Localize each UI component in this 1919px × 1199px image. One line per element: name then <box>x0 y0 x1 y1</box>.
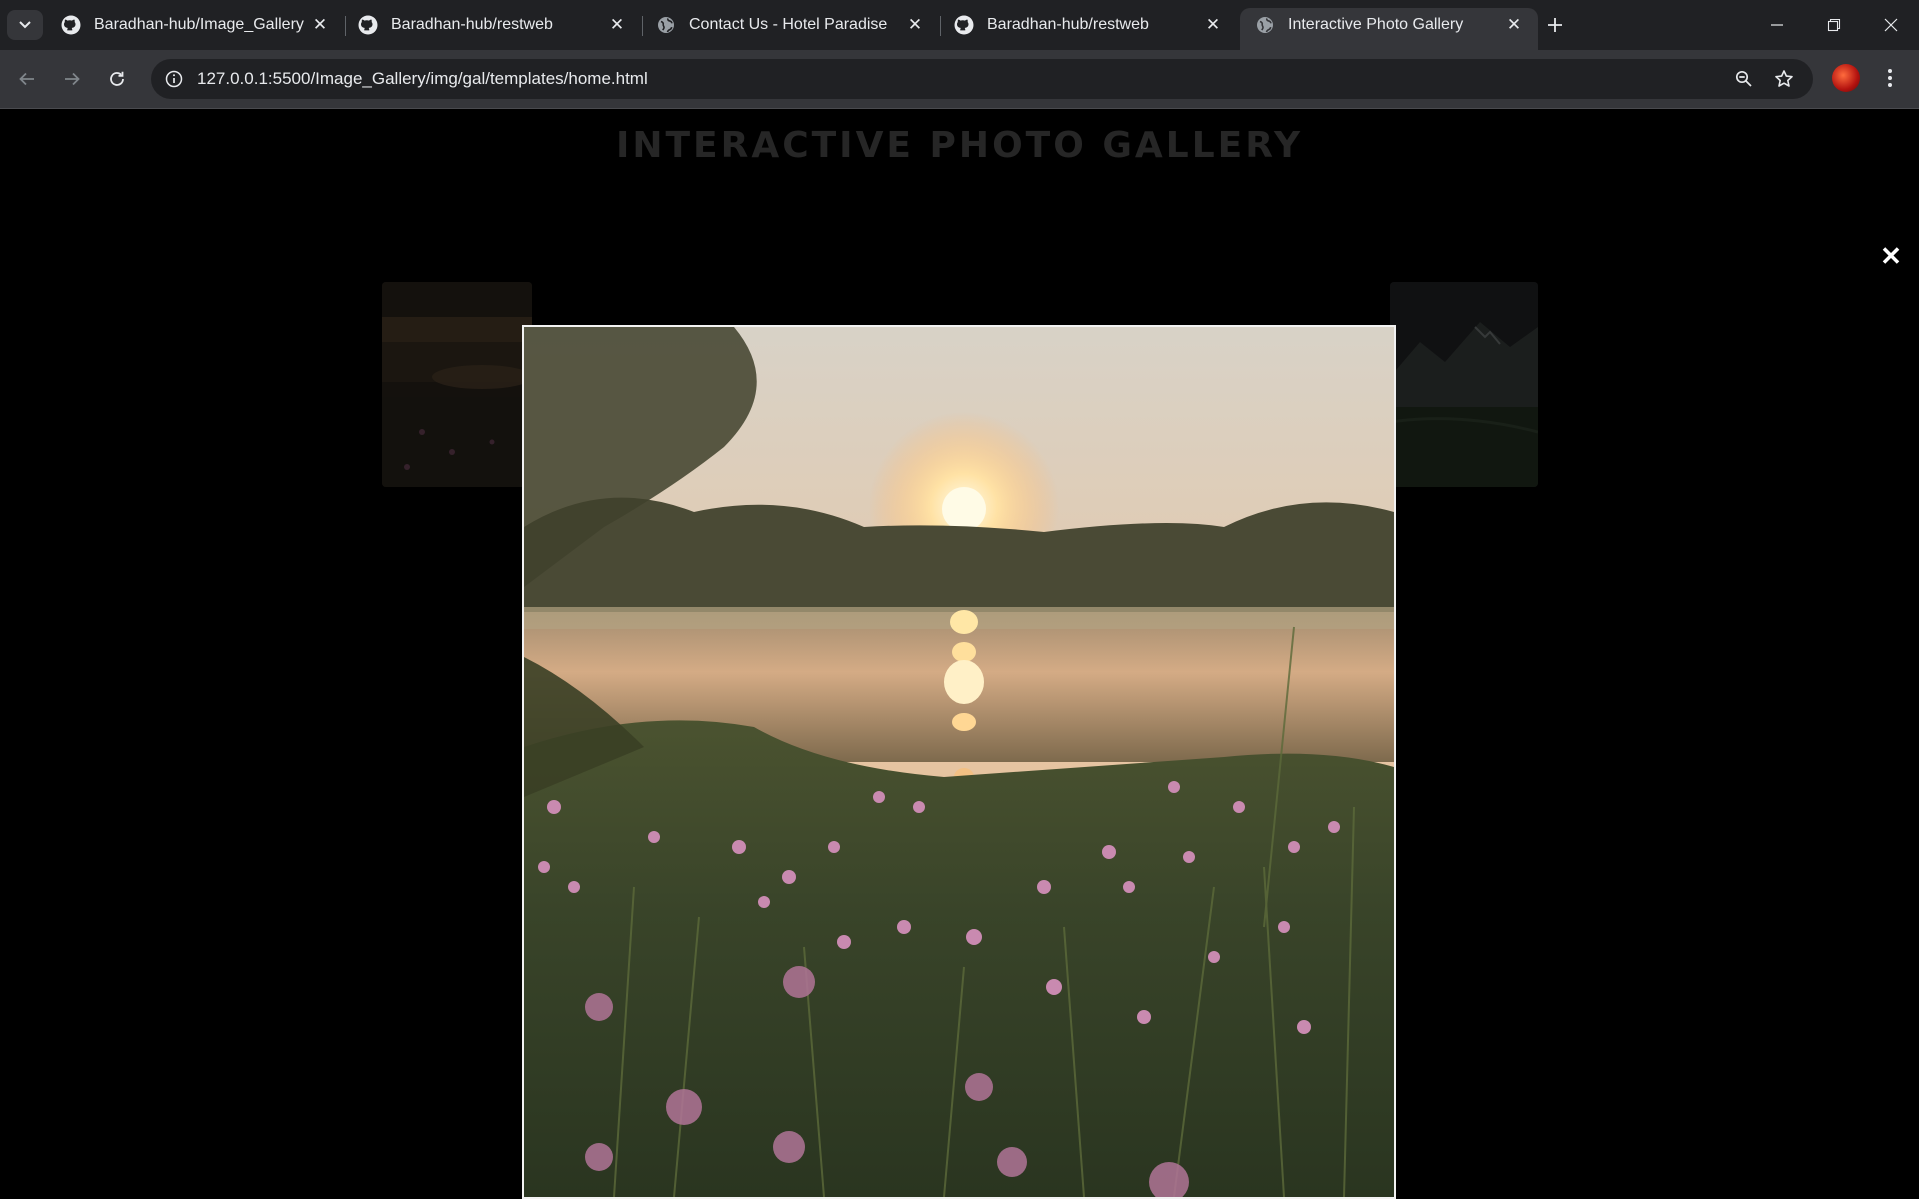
new-tab-button[interactable] <box>1539 9 1571 41</box>
reload-button[interactable] <box>101 63 133 95</box>
tab-title: Contact Us - Hotel Paradise <box>689 16 888 33</box>
tab-image-gallery[interactable]: Baradhan-hub/Image_Gallery ✕ <box>46 8 344 42</box>
sunset-lake-wildflowers-image <box>524 327 1394 1197</box>
gallery-thumbnail-left[interactable] <box>382 282 532 487</box>
tab-strip: Baradhan-hub/Image_Gallery ✕ Baradhan-hu… <box>0 0 1919 50</box>
github-icon <box>357 14 379 36</box>
site-info-icon[interactable] <box>161 66 187 92</box>
tab-restweb-2[interactable]: Baradhan-hub/restweb ✕ <box>939 8 1237 42</box>
page-viewport: INTERACTIVE PHOTO GALLERY ✕ <box>0 109 1919 1199</box>
tab-hotel-paradise[interactable]: Contact Us - Hotel Paradise ✕ <box>641 8 939 42</box>
browser-toolbar: 127.0.0.1:5500/Image_Gallery/img/gal/tem… <box>0 50 1919 109</box>
back-button[interactable] <box>11 63 43 95</box>
gallery-thumbnail-right[interactable] <box>1390 282 1538 487</box>
forward-button[interactable] <box>56 63 88 95</box>
tab-close-icon[interactable]: ✕ <box>1203 15 1223 35</box>
tab-title: Baradhan-hub/restweb <box>391 16 553 33</box>
more-vert-icon <box>1888 69 1892 87</box>
plus-icon <box>1548 18 1562 32</box>
sunset-lake-thumbnail-image <box>382 282 532 487</box>
arrow-right-icon <box>65 72 80 86</box>
reload-icon <box>110 71 124 86</box>
bookmark-button[interactable] <box>1770 65 1798 93</box>
arrow-left-icon <box>19 72 34 86</box>
mountain-valley-thumbnail-image <box>1390 282 1538 487</box>
tab-title: Interactive Photo Gallery <box>1288 16 1464 33</box>
browser-menu-button[interactable] <box>1880 62 1900 94</box>
minimize-icon <box>1770 24 1783 26</box>
page-title: INTERACTIVE PHOTO GALLERY <box>615 125 1304 166</box>
github-icon <box>60 14 82 36</box>
close-window-button[interactable] <box>1862 0 1919 50</box>
close-icon <box>1884 18 1897 32</box>
restore-icon <box>1827 18 1840 32</box>
close-modal-icon[interactable]: ✕ <box>1879 241 1903 271</box>
tab-title: Baradhan-hub/restweb <box>987 16 1149 33</box>
profile-avatar[interactable] <box>1832 64 1860 92</box>
tab-close-icon[interactable]: ✕ <box>1504 15 1524 35</box>
globe-icon <box>655 14 677 36</box>
star-icon <box>1775 70 1793 87</box>
zoom-out-icon <box>1735 70 1752 87</box>
minimize-button[interactable] <box>1748 0 1805 50</box>
url-text[interactable]: 127.0.0.1:5500/Image_Gallery/img/gal/tem… <box>197 69 648 89</box>
zoom-button[interactable] <box>1730 65 1758 93</box>
tab-close-icon[interactable]: ✕ <box>310 15 330 35</box>
github-icon <box>953 14 975 36</box>
tab-title: Baradhan-hub/Image_Gallery <box>94 16 304 33</box>
address-bar[interactable]: 127.0.0.1:5500/Image_Gallery/img/gal/tem… <box>151 59 1813 99</box>
tab-search-button[interactable] <box>7 10 43 40</box>
globe-icon <box>1254 14 1276 36</box>
restore-button[interactable] <box>1805 0 1862 50</box>
tab-close-icon[interactable]: ✕ <box>905 15 925 35</box>
tab-interactive-photo-gallery[interactable]: Interactive Photo Gallery ✕ <box>1240 8 1538 50</box>
enlarged-photo <box>522 325 1396 1199</box>
tab-restweb-1[interactable]: Baradhan-hub/restweb ✕ <box>343 8 641 42</box>
chevron-down-icon <box>19 21 31 29</box>
tab-close-icon[interactable]: ✕ <box>607 15 627 35</box>
